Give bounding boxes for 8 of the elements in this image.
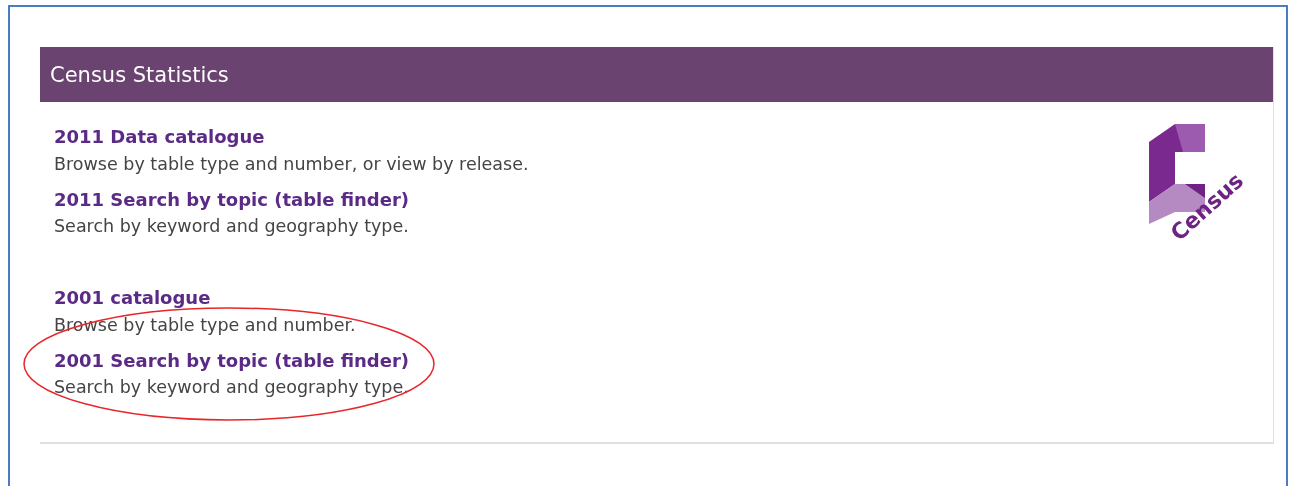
catalogue-link[interactable]: 2001 Search by topic (table finder) [54, 349, 410, 372]
catalogue-link[interactable]: 2001 catalogue [54, 287, 211, 309]
panel-title: Census Statistics [50, 62, 229, 87]
catalogue-link[interactable]: 2011 Data catalogue [54, 126, 265, 148]
link-description: Search by keyword and geography type. [54, 377, 409, 399]
link-description: Search by keyword and geography type. [54, 216, 409, 238]
catalogue-link[interactable]: 2011 Search by topic (table finder) [54, 188, 410, 211]
link-description: Browse by table type and number, or view by release. [54, 153, 529, 175]
